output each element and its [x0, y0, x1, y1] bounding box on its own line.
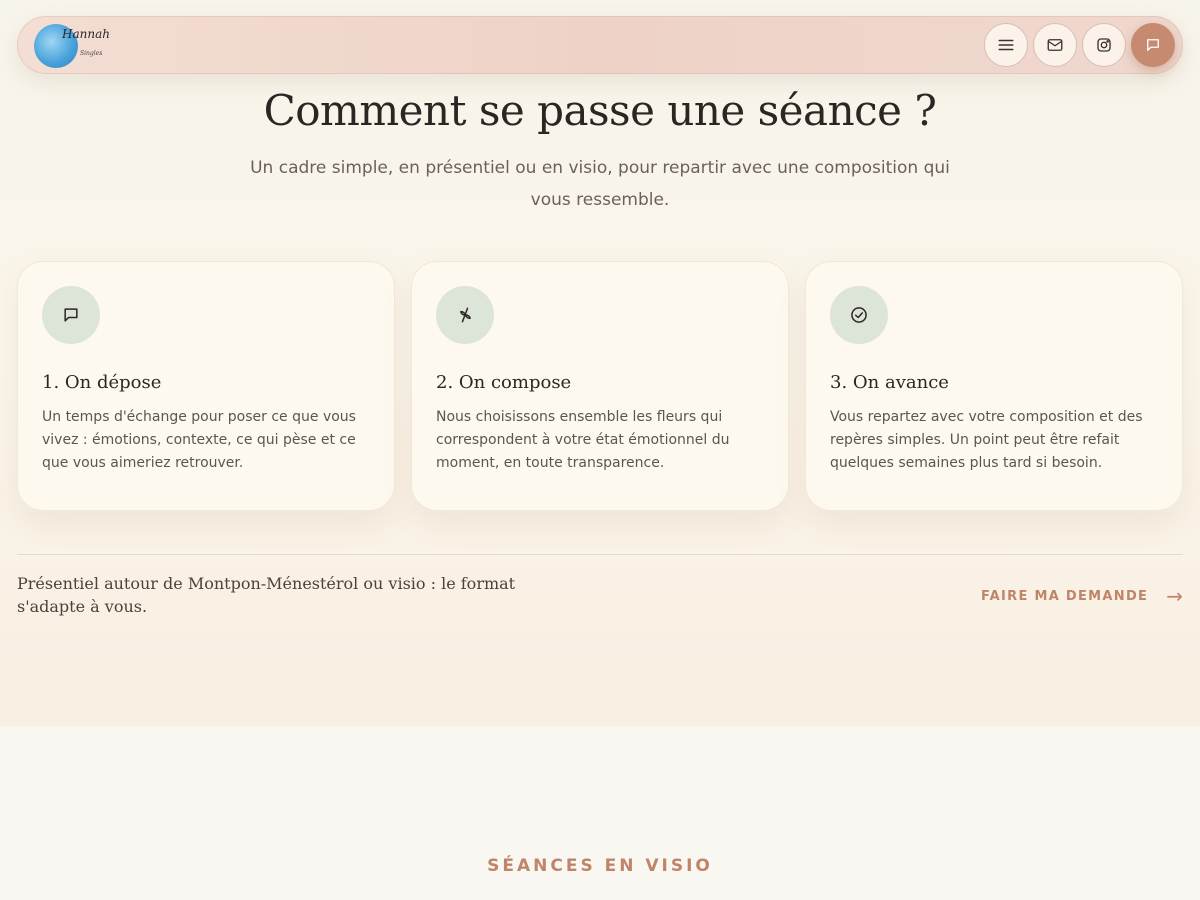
request-cta-link[interactable]: FAIRE MA DEMANDE → [981, 584, 1183, 608]
step-text: Un temps d'échange pour poser ce que vou… [42, 409, 356, 471]
contact-message-button[interactable] [1131, 23, 1175, 67]
site-header: Hannah Singles [17, 16, 1183, 74]
instagram-icon [1097, 38, 1111, 52]
logo-name: Hannah [62, 27, 110, 41]
email-button[interactable] [1033, 23, 1077, 67]
check-circle-icon [851, 307, 867, 323]
section-divider [17, 554, 1183, 555]
format-info-text: Présentiel autour de Montpon-Ménestérol … [17, 574, 516, 616]
step-icon-wrap [436, 286, 494, 344]
mail-icon [1047, 39, 1063, 51]
arrow-right-icon: → [1166, 584, 1183, 608]
logo-tagline: Singles [80, 50, 103, 57]
step-card-avance: 3. On avance Vous repartez avec votre co… [805, 261, 1183, 511]
step-title: 3. On avance [830, 372, 949, 393]
step-title: 1. On dépose [42, 372, 162, 393]
step-card-compose: 2. On compose Nous choisissons ensemble … [411, 261, 789, 511]
site-logo[interactable]: Hannah Singles [32, 22, 114, 70]
message-icon [1147, 39, 1159, 51]
step-text: Nous choisissons ensemble les fleurs qui… [436, 409, 730, 471]
cta-label: FAIRE MA DEMANDE [980, 588, 1149, 604]
step-card-depose: 1. On dépose Un temps d'échange pour pos… [17, 261, 395, 511]
instagram-button[interactable] [1082, 23, 1126, 67]
message-icon [64, 308, 78, 322]
step-icon-wrap [830, 286, 888, 344]
page-title: Comment se passe une séance ? [263, 86, 937, 135]
sprout-icon [460, 307, 471, 323]
visio-section-label: SÉANCES EN VISIO [487, 856, 713, 876]
step-title: 2. On compose [436, 372, 572, 393]
menu-icon [998, 39, 1014, 51]
page-subtitle: Un cadre simple, en présentiel ou en vis… [250, 158, 950, 210]
step-icon-wrap [42, 286, 100, 344]
step-text: Vous repartez avec votre composition et … [830, 409, 1143, 471]
menu-button[interactable] [984, 23, 1028, 67]
